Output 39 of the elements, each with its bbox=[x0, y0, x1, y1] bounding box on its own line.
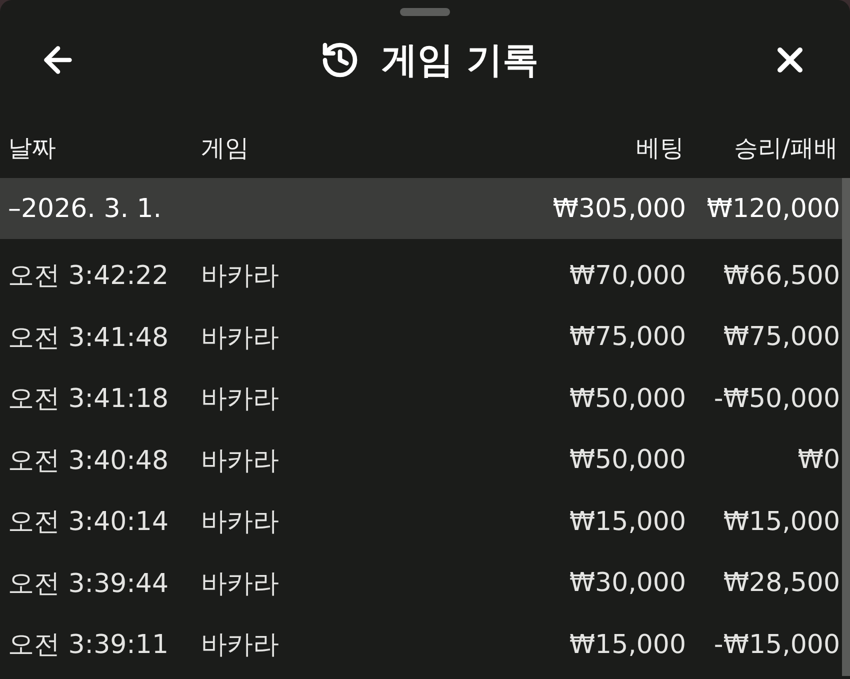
column-header: 승리/패배 bbox=[734, 133, 839, 164]
time-cell-text: 오전 3:39:44 bbox=[8, 568, 168, 601]
column-header: 날짜 bbox=[8, 133, 56, 164]
game-cell-text: 바카라 bbox=[201, 322, 279, 355]
result-cell: ₩28,500 bbox=[723, 568, 840, 598]
group-date: –2026. 3. 1. bbox=[8, 194, 162, 224]
bet-cell: ₩15,000 bbox=[569, 630, 686, 660]
game-cell-text: 바카라 bbox=[201, 629, 279, 662]
time-cell-text: 오전 3:42:22 bbox=[8, 260, 168, 294]
time-cell-text: 오전 3:40:48 bbox=[8, 444, 168, 478]
bet-cell: ₩75,000 bbox=[569, 322, 686, 352]
time-cell-text: 오전 3:39:11 bbox=[8, 629, 168, 662]
window-title: 게임 기록 bbox=[382, 38, 538, 82]
bet-cell: ₩50,000 bbox=[569, 445, 686, 476]
game-cell-text: 바카라 bbox=[201, 506, 279, 540]
time-cell-text: 오전 3:40:14 bbox=[8, 506, 168, 540]
result-cell: ₩66,500 bbox=[723, 260, 840, 291]
result-cell: -₩50,000 bbox=[714, 384, 840, 414]
date-group-row[interactable]: –2026. 3. 1. ₩305,000 ₩120,000 bbox=[0, 178, 842, 239]
result-total: ₩120,000 bbox=[706, 194, 840, 224]
game-cell-text: 바카라 bbox=[201, 383, 279, 416]
bet-cell: ₩30,000 bbox=[569, 568, 686, 598]
bet-cell: ₩15,000 bbox=[569, 506, 686, 537]
column-header: 게임 bbox=[201, 133, 249, 164]
game-cell-text: 바카라 bbox=[201, 444, 279, 478]
bet-cell: ₩50,000 bbox=[569, 384, 686, 414]
game-cell-text: 바카라 bbox=[201, 568, 279, 601]
game-cell-text: 바카라 bbox=[201, 260, 279, 294]
time-cell-text: 오전 3:41:18 bbox=[8, 383, 168, 416]
result-cell: ₩0 bbox=[798, 445, 840, 476]
drag-handle[interactable] bbox=[400, 8, 450, 16]
scrollbar-thumb[interactable] bbox=[842, 178, 850, 676]
column-header: 베팅 bbox=[636, 133, 685, 164]
result-cell: ₩75,000 bbox=[723, 322, 840, 352]
time-cell-text: 오전 3:41:48 bbox=[8, 322, 168, 355]
result-cell: -₩15,000 bbox=[714, 630, 840, 660]
bet-total: ₩305,000 bbox=[552, 194, 686, 224]
bet-cell: ₩70,000 bbox=[569, 260, 686, 291]
result-cell: ₩15,000 bbox=[723, 506, 840, 537]
